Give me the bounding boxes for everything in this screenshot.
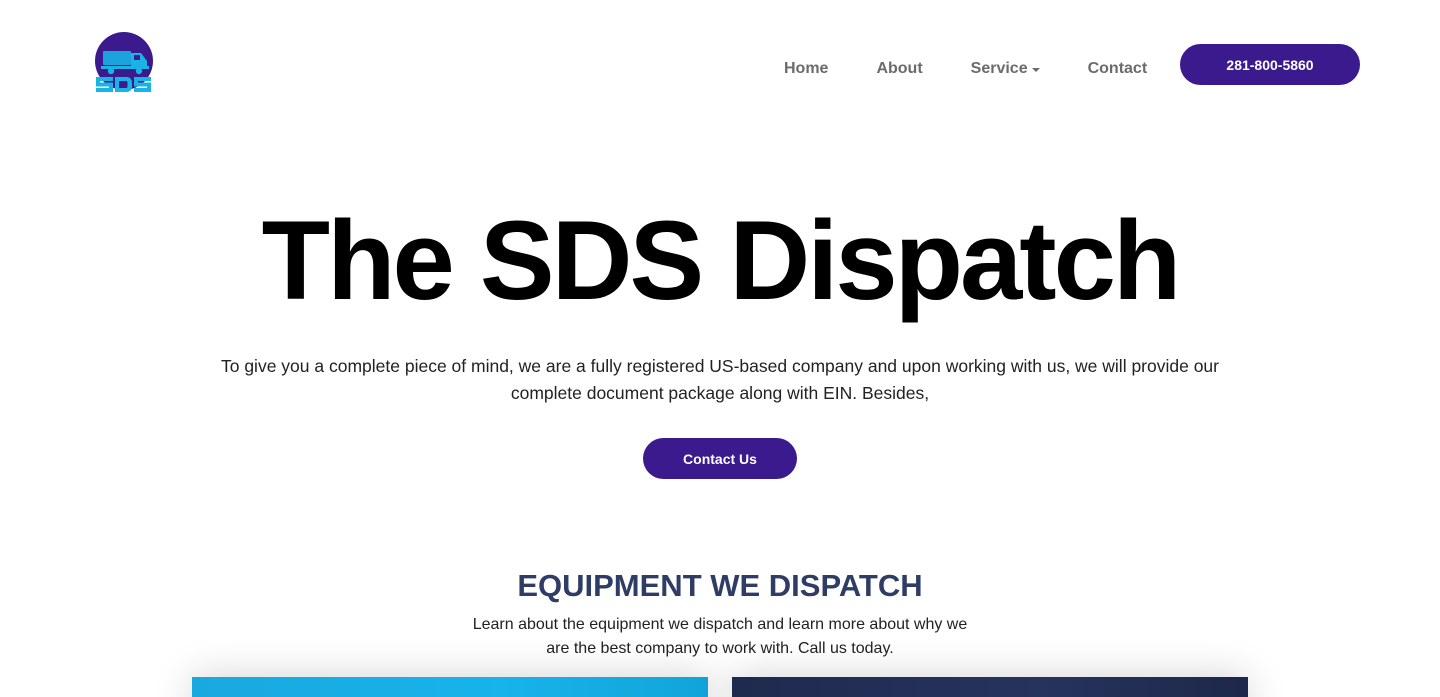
nav-home-link[interactable]: Home	[784, 60, 828, 78]
hero-description: To give you a complete piece of mind, we…	[220, 356, 1219, 403]
nav-about-link[interactable]: About	[876, 60, 922, 78]
equipment-card-image[interactable]	[732, 677, 1248, 697]
hero-title: The SDS Dispatch	[261, 198, 1182, 323]
logo[interactable]	[93, 31, 155, 93]
contact-us-button[interactable]: Contact Us	[643, 438, 797, 479]
truck-logo-icon	[95, 32, 153, 92]
page: Home About Service Contact 281-800-5860 …	[0, 0, 1440, 697]
chevron-down-icon	[1031, 67, 1040, 72]
equipment-section-subtitle: Learn about the equipment we dispatch an…	[472, 616, 968, 657]
nav-service-dropdown[interactable]: Service	[971, 60, 1040, 78]
phone-button[interactable]: 281-800-5860	[1180, 44, 1360, 85]
nav-contact-link[interactable]: Contact	[1088, 60, 1148, 78]
equipment-card-image[interactable]	[192, 677, 708, 697]
equipment-section-title: EQUIPMENT WE DISPATCH	[517, 568, 923, 603]
nav-service-label: Service	[970, 60, 1028, 77]
main-nav: Home About Service Contact	[784, 60, 1147, 78]
